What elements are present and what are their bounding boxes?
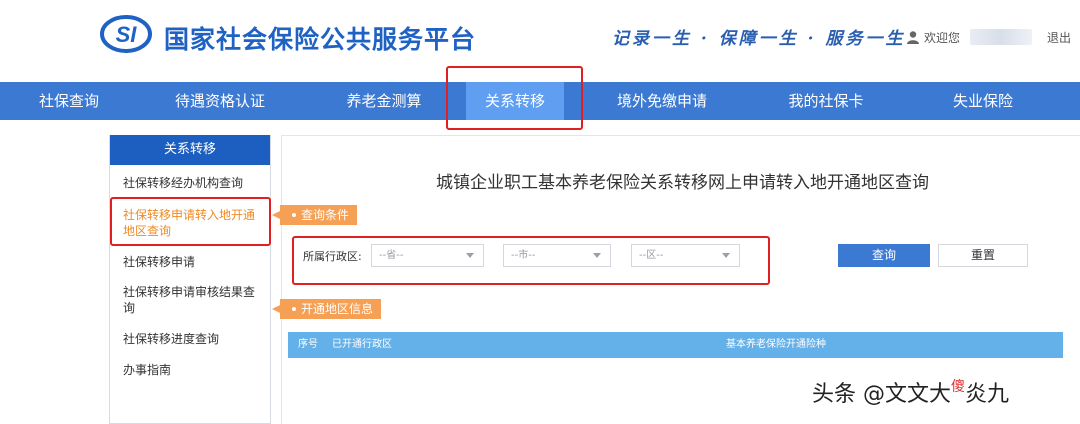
province-select[interactable]: --省-- <box>371 244 484 267</box>
watermark-suffix: 炎九 <box>965 382 1010 407</box>
column-header-region: 已开通行政区 <box>332 339 392 350</box>
sidebar-heading: 关系转移 <box>110 135 270 165</box>
bullet-icon <box>292 306 296 311</box>
sidebar-item-transfer-apply[interactable]: 社保转移申请 <box>123 254 263 270</box>
page-title: 城镇企业职工基本养老保险关系转移网上申请转入地开通地区查询 <box>436 173 929 193</box>
nav-item-unemployment[interactable]: 失业保险 <box>908 82 1058 120</box>
sidebar-item-guide[interactable]: 办事指南 <box>123 362 263 378</box>
si-logo-icon: SI <box>100 15 152 53</box>
nav-item-pension-calc[interactable]: 养老金测算 <box>302 82 466 120</box>
query-button[interactable]: 查询 <box>838 244 930 267</box>
bullet-icon <box>292 212 296 217</box>
chevron-down-icon <box>466 253 474 258</box>
query-section-label: 查询条件 <box>301 208 350 222</box>
svg-text:SI: SI <box>116 22 138 47</box>
nav-item-overseas-exemption[interactable]: 境外免缴申请 <box>580 82 744 120</box>
sidebar-item-region-query[interactable]: 社保转移申请转入地开通地区查询 <box>123 207 261 239</box>
district-select-value: --区-- <box>639 250 664 261</box>
chevron-down-icon <box>722 253 730 258</box>
column-header-insurance-type: 基本养老保险开通险种 <box>726 339 826 350</box>
result-section-tag: 开通地区信息 <box>271 299 382 319</box>
user-welcome: 欢迎您 <box>906 27 1033 47</box>
watermark-prefix: 头条 @文文大 <box>812 382 951 407</box>
city-select[interactable]: --市-- <box>503 244 611 267</box>
welcome-text: 欢迎您 <box>924 30 961 45</box>
nav-item-relation-transfer[interactable]: 关系转移 <box>466 82 564 120</box>
nav-item-my-card[interactable]: 我的社保卡 <box>744 82 908 120</box>
user-name-redacted <box>970 29 1033 45</box>
city-select-value: --市-- <box>511 250 536 261</box>
sidebar-item-review-result[interactable]: 社保转移申请审核结果查询 <box>123 284 263 316</box>
column-header-index: 序号 <box>298 339 318 350</box>
nav-item-qualification-cert[interactable]: 待遇资格认证 <box>138 82 302 120</box>
region-label: 所属行政区: <box>303 250 362 263</box>
sidebar-item-agency-query[interactable]: 社保转移经办机构查询 <box>123 175 263 191</box>
watermark: 头条 @文文大傻炎九 <box>812 376 1009 408</box>
query-section-tag: 查询条件 <box>271 205 358 225</box>
district-select[interactable]: --区-- <box>631 244 740 267</box>
site-slogan: 记录一生 · 保障一生 · 服务一生 <box>612 29 906 49</box>
reset-button[interactable]: 重置 <box>938 244 1028 267</box>
site-header: SI 国家社会保险公共服务平台 记录一生 · 保障一生 · 服务一生 欢迎您 退… <box>0 0 1080 82</box>
result-table-header: 序号 已开通行政区 基本养老保险开通险种 <box>288 332 1063 358</box>
site-title: 国家社会保险公共服务平台 <box>164 25 477 54</box>
logout-link[interactable]: 退出 <box>1047 29 1071 46</box>
result-section-label: 开通地区信息 <box>301 302 374 316</box>
user-icon <box>907 31 919 44</box>
sidebar-item-progress-query[interactable]: 社保转移进度查询 <box>123 331 263 347</box>
chevron-down-icon <box>593 253 601 258</box>
main-nav: 社保查询 待遇资格认证 养老金测算 关系转移 境外免缴申请 我的社保卡 失业保险 <box>0 82 1080 120</box>
nav-item-social-security-query[interactable]: 社保查询 <box>0 82 138 120</box>
watermark-accent: 傻 <box>951 379 965 395</box>
province-select-value: --省-- <box>379 250 404 261</box>
